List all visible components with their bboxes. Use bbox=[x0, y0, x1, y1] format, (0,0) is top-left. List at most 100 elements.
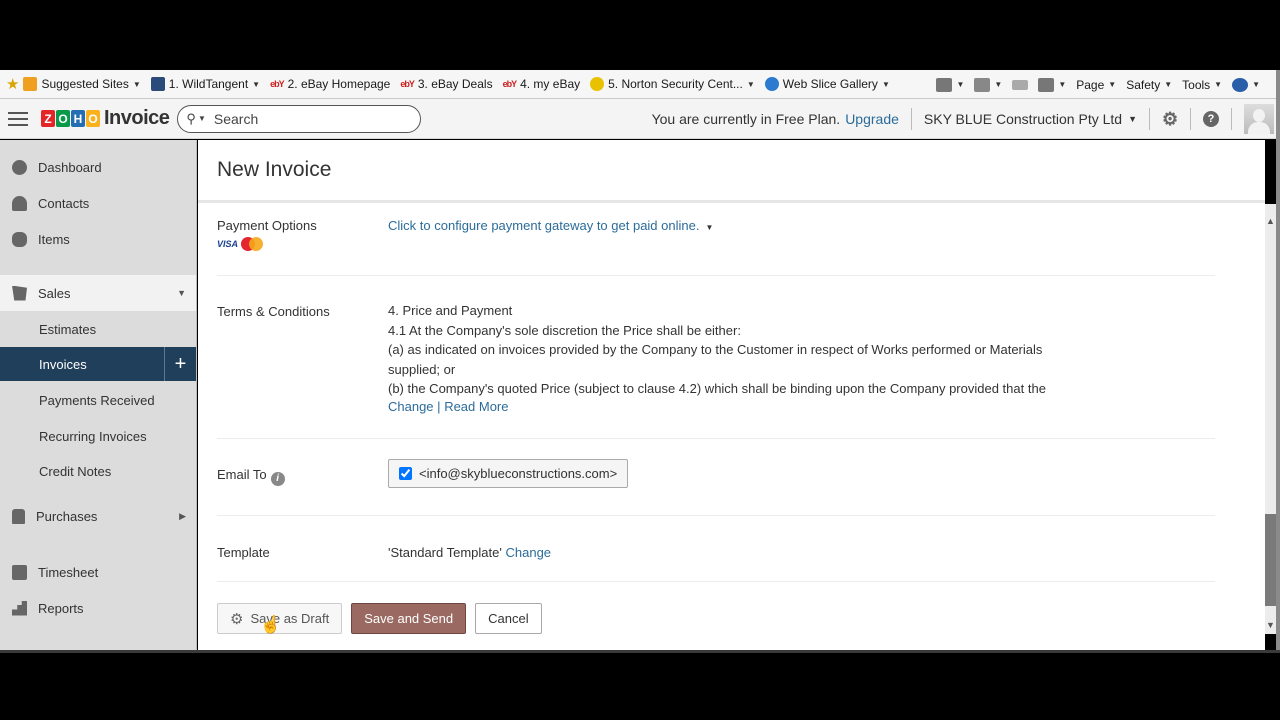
terms-change-link[interactable]: Change bbox=[388, 399, 434, 414]
tools-menu[interactable]: Tools ▼ bbox=[1182, 78, 1222, 92]
favorite-suggested-sites[interactable]: Suggested Sites ▼ bbox=[23, 77, 141, 91]
save-and-send-button[interactable]: Save and Send bbox=[351, 603, 467, 634]
sidebar-item-reports[interactable]: Reports bbox=[0, 590, 196, 626]
organization-name: SKY BLUE Construction Pty Ltd bbox=[923, 111, 1123, 127]
sidebar-item-estimates[interactable]: Estimates bbox=[0, 311, 196, 347]
page-title: New Invoice bbox=[217, 158, 332, 181]
chevron-right-icon: ▶ bbox=[179, 510, 186, 521]
sidebar-item-dashboard[interactable]: Dashboard bbox=[0, 149, 196, 185]
browser-command-bar: ▼ ▼ ▼ Page ▼ Safety ▼ Tools ▼ ▼ bbox=[926, 70, 1260, 99]
sidebar-item-contacts[interactable]: Contacts bbox=[0, 185, 196, 221]
favorites-star-icon[interactable]: ★ bbox=[6, 75, 19, 93]
search-input[interactable] bbox=[213, 110, 394, 127]
header-right: You are currently in Free Plan. Upgrade … bbox=[652, 99, 1276, 139]
sidebar-item-credit-notes[interactable]: Credit Notes bbox=[0, 453, 196, 489]
scrollbar-thumb[interactable] bbox=[1265, 514, 1276, 606]
safety-menu[interactable]: Safety ▼ bbox=[1126, 78, 1172, 92]
favorite-ebay-deals[interactable]: ebY 3. eBay Deals bbox=[400, 77, 492, 91]
divider bbox=[1231, 108, 1232, 130]
zoho-invoice-logo[interactable]: Z O H O Invoice bbox=[41, 107, 170, 130]
scroll-up-icon[interactable]: ▲ bbox=[1266, 216, 1275, 226]
suggested-sites-icon bbox=[23, 77, 38, 91]
sidebar-item-recurring-invoices[interactable]: Recurring Invoices bbox=[0, 418, 196, 454]
template-label: Template bbox=[217, 545, 270, 560]
purchases-bag-icon bbox=[12, 508, 25, 524]
items-icon bbox=[12, 231, 27, 247]
new-invoice-plus-icon[interactable]: + bbox=[164, 347, 196, 381]
ebay-icon: ebY bbox=[270, 79, 284, 89]
payment-options-label: Payment Options VISA bbox=[217, 218, 317, 251]
favorite-norton[interactable]: 5. Norton Security Cent... ▼ bbox=[590, 77, 755, 91]
rss-icon bbox=[974, 77, 991, 92]
chevron-down-icon: ▼ bbox=[132, 79, 141, 89]
chevron-down-icon: ▼ bbox=[705, 223, 714, 232]
email-recipient-checkbox[interactable] bbox=[399, 467, 412, 480]
help-menu[interactable]: ▼ bbox=[1232, 77, 1260, 92]
chevron-down-icon: ▼ bbox=[252, 79, 261, 89]
read-more-link[interactable]: Read More bbox=[444, 399, 508, 414]
chevron-down-icon: ▼ bbox=[1128, 114, 1137, 124]
divider bbox=[1190, 108, 1191, 130]
search-icon[interactable]: ⚲ bbox=[186, 111, 196, 127]
sidebar-item-purchases[interactable]: Purchases ▶ bbox=[0, 498, 196, 534]
separator: | bbox=[437, 398, 441, 414]
divider bbox=[1149, 108, 1150, 130]
sidebar: Dashboard Contacts Items Sales ▼ Estimat… bbox=[0, 140, 197, 650]
favorite-my-ebay[interactable]: ebY 4. my eBay bbox=[503, 77, 581, 91]
logo-letter: H bbox=[71, 110, 85, 127]
terms-text: 4. Price and Payment 4.1 At the Company'… bbox=[388, 303, 1046, 414]
sidebar-item-timesheet[interactable]: Timesheet bbox=[0, 554, 196, 590]
content-scrollbar[interactable]: ▲ ▼ bbox=[1265, 204, 1276, 634]
user-avatar[interactable] bbox=[1244, 104, 1274, 134]
browser-scrollbar[interactable] bbox=[1276, 70, 1280, 650]
hand-cursor-icon: ☝ bbox=[260, 615, 282, 634]
upgrade-link[interactable]: Upgrade bbox=[845, 111, 899, 127]
info-icon[interactable]: i bbox=[270, 472, 285, 486]
sidebar-item-invoices[interactable]: Invoices + bbox=[0, 347, 196, 381]
terms-label: Terms & Conditions bbox=[217, 304, 330, 319]
email-recipient-chip[interactable]: <info@skyblueconstructions.com> bbox=[388, 459, 629, 488]
search-filter-dropdown-icon[interactable]: ▼ bbox=[198, 114, 206, 123]
mail-icon bbox=[1012, 79, 1029, 90]
sales-cart-icon bbox=[12, 285, 27, 301]
organization-switcher[interactable]: SKY BLUE Construction Pty Ltd ▼ bbox=[924, 111, 1137, 127]
ebay-icon: ebY bbox=[502, 79, 517, 89]
chevron-down-icon: ▼ bbox=[177, 288, 186, 298]
home-button[interactable]: ▼ bbox=[936, 77, 964, 92]
page-menu[interactable]: Page ▼ bbox=[1076, 78, 1116, 92]
help-icon[interactable]: ? bbox=[1203, 111, 1219, 127]
sidebar-item-sales[interactable]: Sales ▼ bbox=[0, 275, 196, 311]
feeds-button[interactable]: ▼ bbox=[974, 77, 1002, 92]
favorite-wildtangent[interactable]: 1. WildTangent ▼ bbox=[150, 77, 261, 91]
print-button[interactable]: ▼ bbox=[1038, 77, 1066, 92]
logo-letter: O bbox=[56, 110, 70, 127]
contacts-icon bbox=[12, 195, 27, 211]
ie-icon bbox=[764, 77, 779, 91]
scroll-down-icon[interactable]: ▼ bbox=[1266, 620, 1275, 630]
search-box[interactable]: ⚲ ▼ bbox=[177, 104, 422, 133]
payment-gateway-link[interactable]: Click to configure payment gateway to ge… bbox=[388, 216, 713, 238]
favorite-web-slice-gallery[interactable]: Web Slice Gallery ▼ bbox=[764, 77, 890, 91]
home-icon bbox=[936, 77, 953, 92]
email-recipient: <info@skyblueconstructions.com> bbox=[419, 466, 618, 481]
logo-letter: Z bbox=[41, 110, 55, 127]
app-name: Invoice bbox=[104, 107, 170, 129]
chevron-down-icon: ▼ bbox=[746, 79, 755, 89]
favorite-ebay-homepage[interactable]: ebY 2. eBay Homepage bbox=[270, 77, 390, 91]
read-mail-button[interactable] bbox=[1012, 79, 1029, 90]
reports-chart-icon bbox=[12, 600, 27, 616]
email-to-row: Email To i <info@skyblueconstructions.com… bbox=[217, 459, 1215, 516]
template-change-link[interactable]: Change bbox=[505, 545, 551, 560]
sidebar-item-items[interactable]: Items bbox=[0, 221, 196, 257]
plan-text: You are currently in Free Plan. bbox=[651, 111, 841, 127]
payment-options-row: Payment Options VISA Click to configure … bbox=[217, 218, 1215, 276]
template-row: Template 'Standard Template' Change bbox=[217, 545, 1215, 582]
page-header: New Invoice bbox=[198, 140, 1265, 203]
settings-gear-icon[interactable]: ⚙ bbox=[1162, 109, 1178, 129]
ebay-icon: ebY bbox=[400, 79, 414, 89]
menu-toggle-icon[interactable] bbox=[8, 111, 28, 126]
sidebar-item-payments-received[interactable]: Payments Received bbox=[0, 382, 196, 418]
card-logos: VISA bbox=[217, 237, 317, 251]
cancel-button[interactable]: Cancel bbox=[475, 603, 542, 634]
visa-icon: VISA bbox=[217, 239, 239, 249]
